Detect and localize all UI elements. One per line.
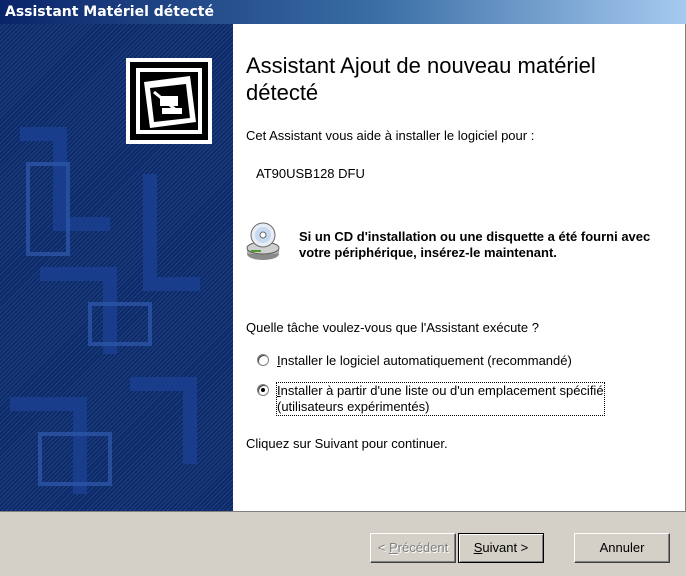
title-bar[interactable]: Assistant Matériel détecté: [0, 0, 686, 24]
wizard-window: Assistant Matériel détecté Assistant Ajo…: [0, 0, 686, 576]
option-from-list-label[interactable]: Installer à partir d'une liste ou d'un e…: [276, 382, 605, 416]
wizard-heading: Assistant Ajout de nouveau matériel déte…: [246, 53, 596, 105]
cd-disk-icon: [245, 222, 281, 262]
device-name: AT90USB128 DFU: [256, 166, 365, 181]
radio-automatic[interactable]: [257, 354, 269, 366]
back-button[interactable]: < Précédent: [370, 533, 456, 563]
option-automatic-label[interactable]: Installer le logiciel automatiquement (r…: [277, 353, 572, 369]
radio-from-list[interactable]: [257, 384, 269, 396]
window-title: Assistant Matériel détecté: [5, 4, 214, 20]
continue-text: Cliquez sur Suivant pour continuer.: [246, 436, 448, 451]
cd-instruction: Si un CD d'installation ou une disquette…: [299, 229, 651, 260]
intro-text: Cet Assistant vous aide à installer le l…: [246, 128, 535, 143]
cancel-button[interactable]: Annuler: [574, 533, 670, 563]
radio-selected-dot: [261, 388, 265, 392]
next-button[interactable]: Suivant >: [458, 533, 544, 563]
wizard-content: Assistant Ajout de nouveau matériel déte…: [233, 24, 685, 511]
hardware-wizard-icon: [126, 58, 212, 144]
task-question: Quelle tâche voulez-vous que l'Assistant…: [246, 320, 539, 335]
wizard-side-banner: [0, 24, 233, 511]
button-bar: < Précédent Suivant > Annuler: [0, 511, 686, 576]
